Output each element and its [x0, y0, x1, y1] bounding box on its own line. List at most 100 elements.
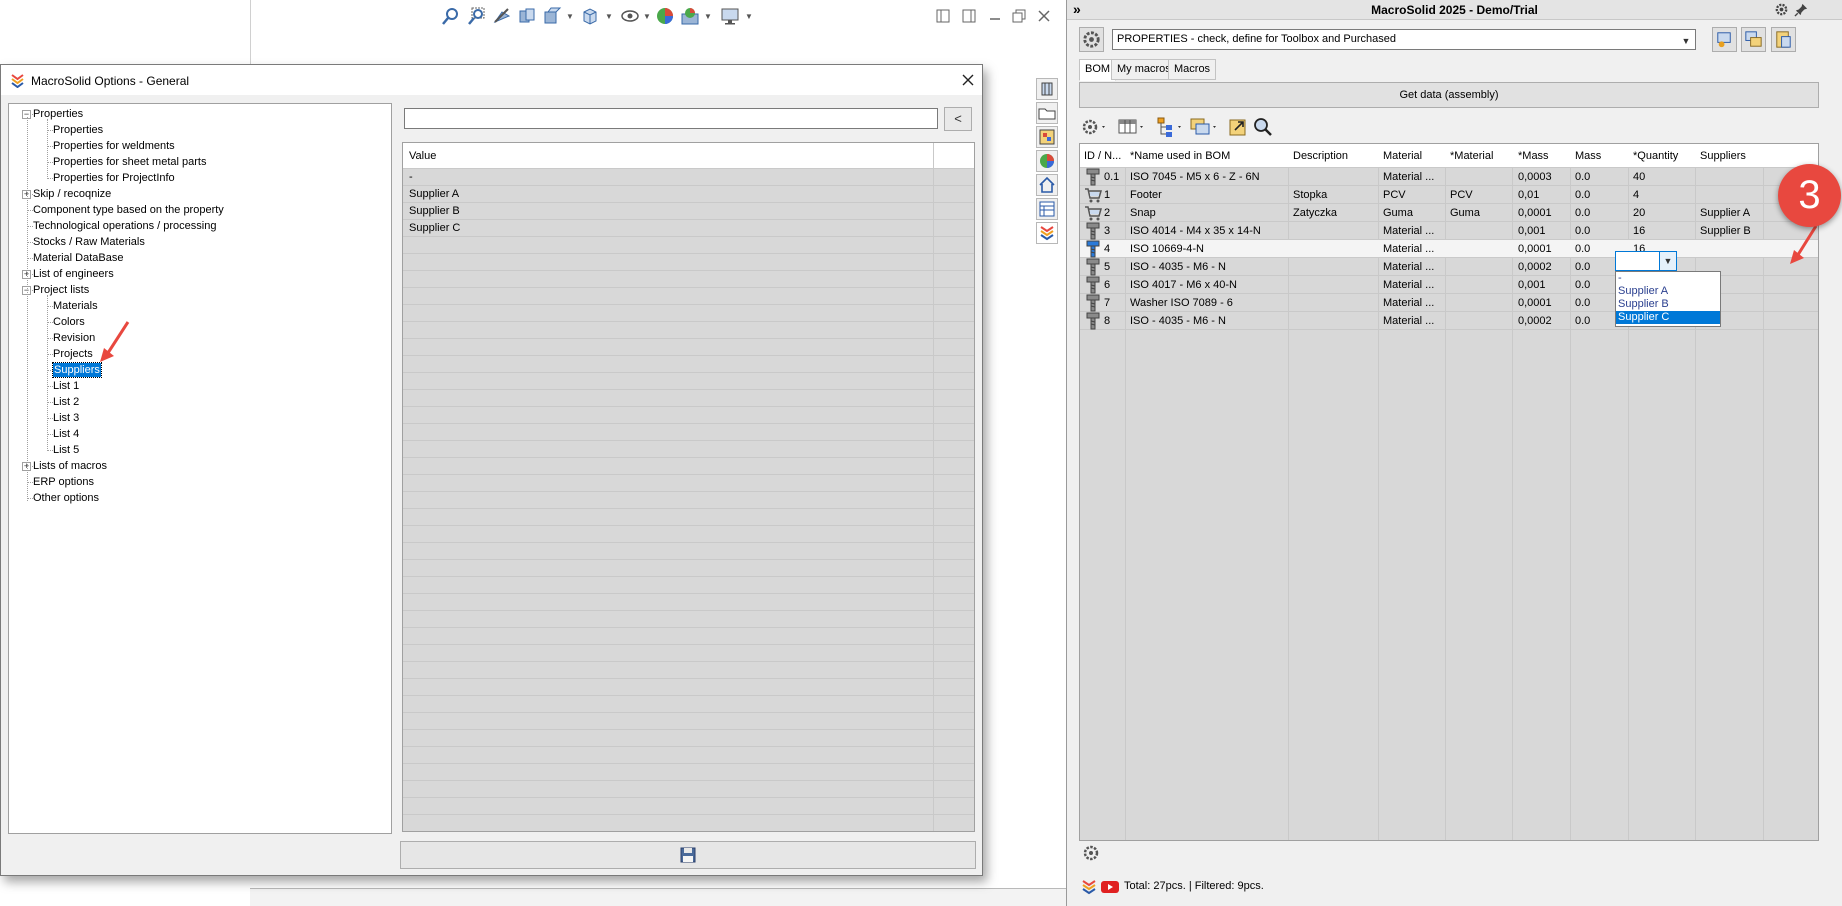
close-app-icon[interactable]: [1037, 9, 1051, 23]
save-button[interactable]: [400, 841, 976, 869]
tree-item[interactable]: Suppliers: [52, 362, 102, 378]
tree-item[interactable]: Colors: [53, 315, 85, 329]
side-tab-properties[interactable]: [1036, 198, 1058, 220]
supplier-option[interactable]: Supplier B: [1616, 298, 1720, 311]
tree-item[interactable]: Projects: [53, 347, 93, 361]
column-header[interactable]: Description: [1293, 150, 1348, 162]
tree-item[interactable]: List 2: [53, 395, 79, 409]
tree-item[interactable]: Stocks / Raw Materials: [33, 235, 145, 249]
tree-item[interactable]: List 5: [53, 443, 79, 457]
value-search-input[interactable]: [404, 108, 938, 129]
pin-icon[interactable]: [1794, 2, 1809, 17]
run-macro-button[interactable]: [1712, 27, 1737, 52]
tree-item[interactable]: Properties: [53, 123, 103, 137]
tree-item[interactable]: ERP options: [33, 475, 94, 489]
bom-row[interactable]: 0.1 ISO 7045 - M5 x 6 - Z - 6N Material ..…: [1080, 168, 1818, 186]
column-header[interactable]: Suppliers: [1700, 150, 1746, 162]
section-view-icon[interactable]: [517, 6, 537, 26]
tree-item[interactable]: Properties for weldments: [53, 139, 175, 153]
tree-item[interactable]: List of engineers: [33, 267, 114, 281]
pane-left-icon[interactable]: [936, 9, 950, 23]
column-header[interactable]: *Name used in BOM: [1130, 150, 1230, 162]
tree-item[interactable]: Properties: [33, 107, 83, 121]
apply-scene-icon[interactable]: [680, 6, 700, 26]
bom-row[interactable]: 4 ISO 10669-4-N Material ... 0,0001 0.0 16: [1080, 240, 1818, 258]
column-header[interactable]: ID / N...: [1084, 150, 1121, 162]
dynamic-annotation-icon[interactable]: [542, 6, 562, 26]
zoom-to-fit-icon[interactable]: [441, 6, 461, 26]
side-tab-views[interactable]: [1036, 126, 1058, 148]
supplier-option[interactable]: Supplier A: [1616, 285, 1720, 298]
column-header[interactable]: Material: [1383, 150, 1422, 162]
side-tab-macrosolid[interactable]: [1036, 222, 1058, 244]
tree-item[interactable]: List 1: [53, 379, 79, 393]
supplier-option[interactable]: Supplier C: [1616, 311, 1720, 324]
tree-item[interactable]: Revision: [53, 331, 95, 345]
bom-settings-gear-icon[interactable]: [1079, 116, 1109, 138]
copy-macro-button[interactable]: [1741, 27, 1766, 52]
chevron-down-icon[interactable]: ▼: [1679, 32, 1693, 47]
tree-item[interactable]: Project lists: [33, 283, 89, 297]
tree-item[interactable]: Component type based on the property: [33, 203, 224, 217]
tab-my-macros[interactable]: My macros: [1111, 59, 1177, 80]
tab-macros[interactable]: Macros: [1168, 59, 1217, 80]
zoom-search-icon[interactable]: [1251, 116, 1275, 138]
column-header[interactable]: *Mass: [1518, 150, 1549, 162]
filter-copy-icon[interactable]: [1189, 116, 1219, 138]
pane-right-icon[interactable]: [962, 9, 976, 23]
youtube-icon[interactable]: [1100, 879, 1120, 895]
edit-appearance-icon[interactable]: [655, 6, 675, 26]
bom-row[interactable]: 1 Footer Stopka PCV PCV 0,01 0.0 4: [1080, 186, 1818, 204]
view-settings-icon[interactable]: [720, 6, 740, 26]
tree-item[interactable]: Properties for ProjectInfo: [53, 171, 175, 185]
tree-item[interactable]: List 3: [53, 411, 79, 425]
column-header[interactable]: *Material: [1450, 150, 1493, 162]
value-row[interactable]: -: [403, 169, 974, 186]
bom-cell-id: 7: [1104, 297, 1111, 309]
view-orientation-icon[interactable]: [580, 6, 600, 26]
tree-item[interactable]: List 4: [53, 427, 79, 441]
restore-icon[interactable]: [1012, 9, 1026, 23]
zoom-area-icon[interactable]: [467, 6, 487, 26]
tree-structure-icon[interactable]: [1155, 116, 1185, 138]
bom-cell-material: Material ...: [1383, 315, 1435, 327]
macro-select[interactable]: PROPERTIES - check, define for Toolbox a…: [1112, 29, 1696, 50]
paste-macro-button[interactable]: [1771, 27, 1796, 52]
side-tab-home[interactable]: [1036, 174, 1058, 196]
minimize-icon[interactable]: [988, 9, 1002, 23]
close-icon[interactable]: [961, 73, 975, 87]
side-tab-files[interactable]: [1036, 102, 1058, 124]
export-icon[interactable]: [1227, 116, 1251, 138]
bom-row[interactable]: 2 Snap Zatyczka Guma Guma 0,0001 0.0 20 Supplier…: [1080, 204, 1818, 222]
column-header[interactable]: Mass: [1575, 150, 1601, 162]
hide-show-icon[interactable]: [620, 6, 640, 26]
supplier-combobox[interactable]: ▼: [1615, 251, 1677, 271]
get-data-button[interactable]: Get data (assembly): [1079, 82, 1819, 108]
tree-item[interactable]: Materials: [53, 299, 98, 313]
macrosolid-logo-icon[interactable]: [1081, 879, 1097, 895]
tree-item[interactable]: Other options: [33, 491, 99, 505]
tree-item[interactable]: Lists of macros: [33, 459, 107, 473]
bom-footer-gear-icon[interactable]: [1081, 843, 1101, 863]
value-column-header[interactable]: Value: [409, 150, 436, 162]
value-row[interactable]: Supplier C: [403, 220, 974, 237]
back-button[interactable]: <: [944, 107, 972, 131]
bom-row[interactable]: 3 ISO 4014 - M4 x 35 x 14-N Material ... 0,…: [1080, 222, 1818, 240]
side-tab-parts[interactable]: [1036, 78, 1058, 100]
tree-item[interactable]: Skip / recoqnize: [33, 187, 111, 201]
tree-item[interactable]: Properties for sheet metal parts: [53, 155, 206, 169]
tree-item[interactable]: Material DataBase: [33, 251, 124, 265]
settings-gear-icon[interactable]: [1774, 2, 1789, 17]
supplier-option[interactable]: -: [1616, 272, 1720, 285]
tree-item[interactable]: Technological operations / processing: [33, 219, 216, 233]
previous-view-icon[interactable]: [492, 6, 512, 26]
bom-cell-id: 1: [1104, 189, 1111, 201]
collapse-panel-button[interactable]: »: [1073, 1, 1081, 17]
table-layout-icon[interactable]: [1117, 116, 1147, 138]
macro-settings-button[interactable]: [1079, 27, 1104, 52]
chevron-down-icon[interactable]: ▼: [1659, 252, 1676, 270]
column-header[interactable]: *Quantity: [1633, 150, 1678, 162]
value-row[interactable]: Supplier B: [403, 203, 974, 220]
side-tab-appearances[interactable]: [1036, 150, 1058, 172]
value-row[interactable]: Supplier A: [403, 186, 974, 203]
